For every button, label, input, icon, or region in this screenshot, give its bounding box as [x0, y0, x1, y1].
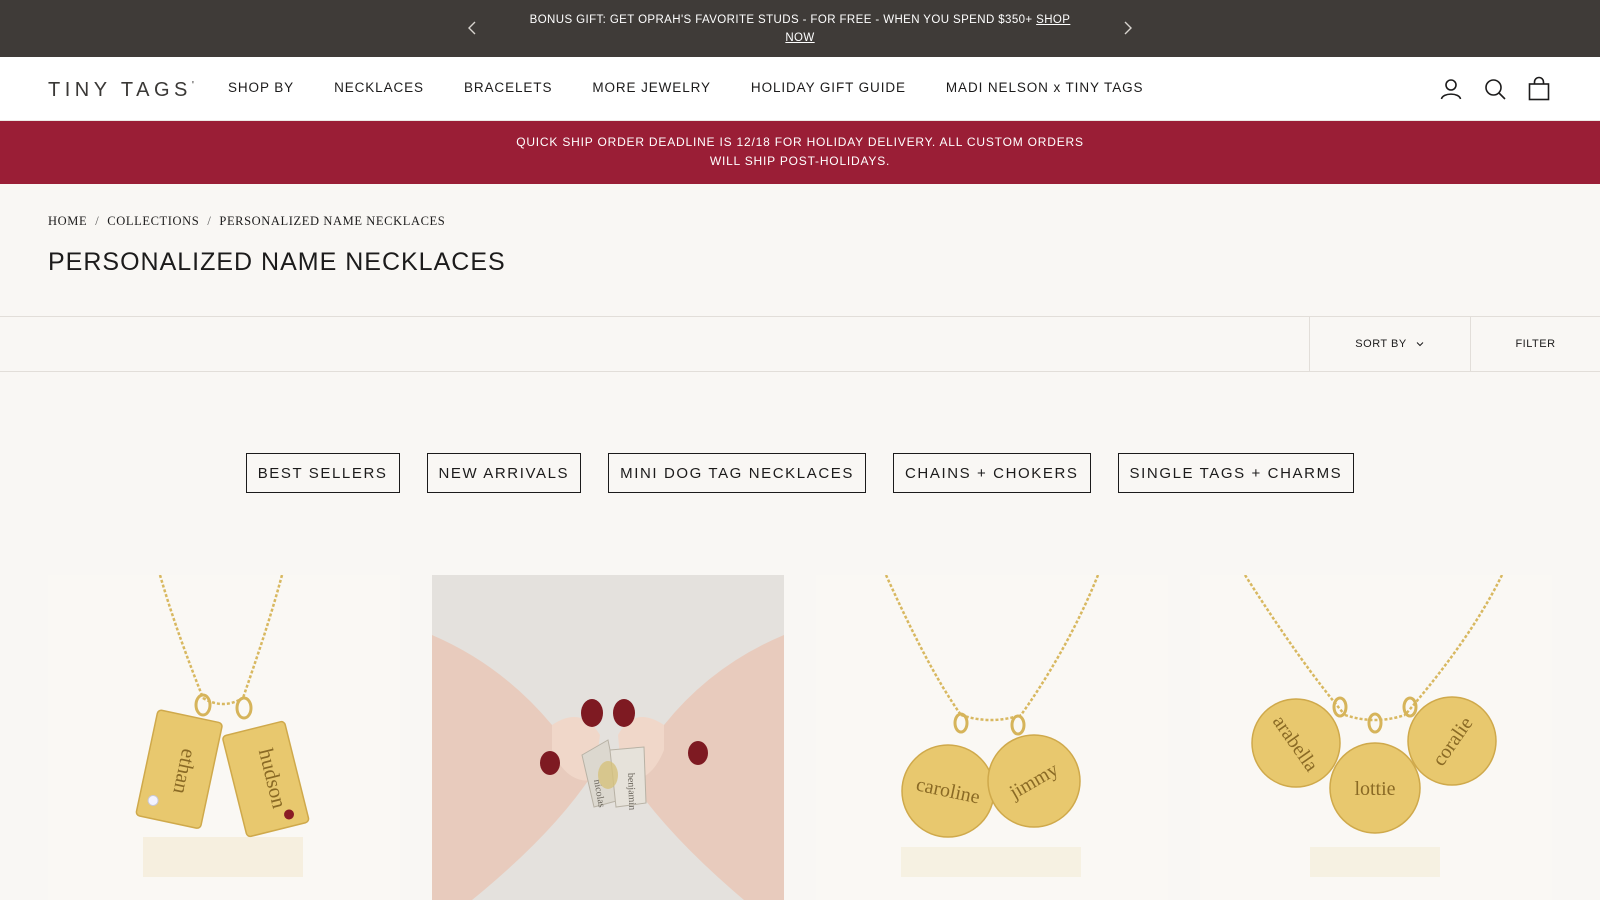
nav-item-shop-by[interactable]: SHOP BY: [228, 80, 294, 95]
product-image-gold-disc-necklace: caroline jimmy: [816, 575, 1168, 900]
category-chains-chokers[interactable]: CHAINS + CHOKERS: [892, 453, 1091, 493]
promo-bar: QUICK SHIP ORDER DEADLINE IS 12/18 FOR H…: [0, 121, 1600, 184]
logo-text: TINY TAGS: [48, 79, 192, 101]
promo-text: QUICK SHIP ORDER DEADLINE IS 12/18 FOR H…: [516, 135, 1084, 168]
breadcrumb-collections[interactable]: COLLECTIONS: [107, 214, 199, 229]
nav-item-holiday-gift-guide[interactable]: HOLIDAY GIFT GUIDE: [751, 80, 906, 95]
announcement-message: BONUS GIFT: GET OPRAH'S FAVORITE STUDS -…: [520, 11, 1080, 47]
filter-button[interactable]: FILTER: [1470, 317, 1600, 371]
bag-icon[interactable]: [1526, 76, 1552, 102]
announcement-text: BONUS GIFT: GET OPRAH'S FAVORITE STUDS -…: [529, 14, 1033, 26]
chevron-right-icon[interactable]: [1117, 18, 1137, 38]
engraving-text: lottie: [1354, 778, 1395, 800]
nav-item-necklaces[interactable]: NECKLACES: [334, 80, 424, 95]
product-image-gold-three-disc-necklace: arabella lottie coralie: [1200, 575, 1552, 900]
breadcrumb-home[interactable]: HOME: [48, 214, 87, 229]
nav-item-more-jewelry[interactable]: MORE JEWELRY: [592, 80, 711, 95]
breadcrumb-separator: /: [207, 214, 212, 228]
sort-by-button[interactable]: SORT BY: [1309, 317, 1470, 371]
product-card[interactable]: arabella lottie coralie: [1200, 575, 1552, 900]
page-title: PERSONALIZED NAME NECKLACES: [48, 248, 506, 276]
category-mini-dog-tag-necklaces[interactable]: MINI DOG TAG NECKLACES: [608, 453, 866, 493]
main-nav: SHOP BY NECKLACES BRACELETS MORE JEWELRY…: [228, 80, 1183, 95]
product-grid: ethan hudson nicolas benjamin caroline j…: [48, 575, 1552, 900]
account-icon[interactable]: [1438, 76, 1464, 102]
category-best-sellers[interactable]: BEST SELLERS: [245, 453, 400, 493]
breadcrumb-separator: /: [95, 214, 100, 228]
breadcrumb-current: PERSONALIZED NAME NECKLACES: [219, 214, 446, 228]
search-icon[interactable]: [1482, 76, 1508, 102]
header-icons: [1420, 76, 1552, 102]
logo-mark: ': [191, 79, 199, 92]
announcement-bar: BONUS GIFT: GET OPRAH'S FAVORITE STUDS -…: [0, 0, 1600, 57]
filter-label: FILTER: [1515, 338, 1556, 350]
sort-by-label: SORT BY: [1355, 338, 1407, 350]
product-card[interactable]: nicolas benjamin: [432, 575, 784, 900]
category-single-tags-charms[interactable]: SINGLE TAGS + CHARMS: [1117, 453, 1355, 493]
product-card[interactable]: caroline jimmy: [816, 575, 1168, 900]
breadcrumb: HOME / COLLECTIONS / PERSONALIZED NAME N…: [48, 214, 445, 229]
chevron-down-icon: [1416, 342, 1424, 347]
product-card[interactable]: ethan hudson: [48, 575, 400, 900]
nav-item-bracelets[interactable]: BRACELETS: [464, 80, 552, 95]
category-links: BEST SELLERS NEW ARRIVALS MINI DOG TAG N…: [0, 453, 1600, 493]
engraving-text: benjamin: [625, 773, 637, 811]
product-image-hands-holding-charms: nicolas benjamin: [432, 575, 784, 900]
collection-toolbar: SORT BY FILTER: [0, 316, 1600, 372]
category-new-arrivals[interactable]: NEW ARRIVALS: [426, 453, 582, 493]
chevron-left-icon[interactable]: [463, 18, 483, 38]
logo[interactable]: TINY TAGS': [48, 79, 198, 102]
nav-item-madi-nelson[interactable]: MADI NELSON x TINY TAGS: [946, 80, 1144, 95]
product-image-dog-tag-necklace: ethan hudson: [48, 575, 400, 900]
site-header: TINY TAGS' SHOP BY NECKLACES BRACELETS M…: [0, 57, 1600, 121]
